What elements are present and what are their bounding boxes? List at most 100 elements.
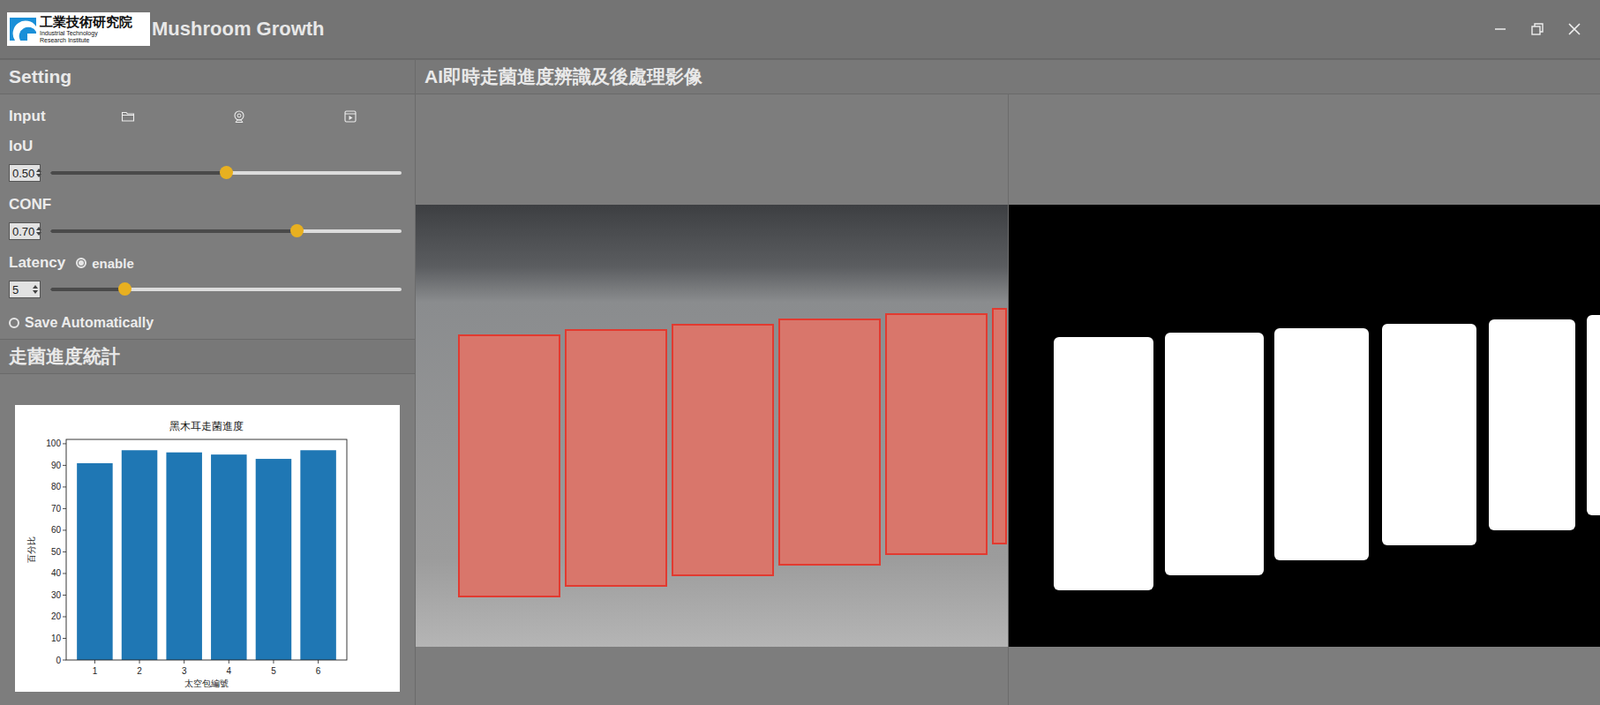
spin-down-icon[interactable] (32, 290, 38, 294)
settings-body: Input IoU 0.50 CONF 0.70 Latency enable 5 Save A… (0, 94, 415, 339)
camera-view-column (415, 94, 1008, 705)
spinbox[interactable]: 0.50 (8, 164, 41, 182)
mask-region (1586, 315, 1600, 516)
y-tick-label: 90 (51, 460, 62, 471)
y-tick (62, 465, 67, 466)
spin-arrows[interactable] (36, 226, 44, 236)
minimize-icon[interactable] (1492, 21, 1509, 38)
image-views (415, 94, 1600, 705)
param-group: CONF 0.70 (8, 191, 415, 245)
spinbox[interactable]: 5 (8, 280, 41, 299)
spinbox-value[interactable]: 5 (12, 283, 31, 297)
y-tick-label: 50 (51, 547, 62, 557)
main-area: Setting Input IoU 0.50 CONF 0.70 Latency enable… (0, 59, 1600, 705)
save-automatically-toggle[interactable]: Save Automatically (8, 315, 154, 331)
param-label: Latency (8, 254, 66, 272)
mask-view-column (1007, 94, 1600, 705)
y-tick-label: 10 (51, 633, 62, 644)
y-tick (62, 443, 67, 444)
y-tick (62, 660, 67, 662)
chart-bar (300, 450, 337, 661)
radio-button[interactable] (75, 257, 87, 269)
x-tick (94, 660, 96, 664)
enable-toggle[interactable]: enable (75, 255, 135, 271)
bag-region (778, 318, 881, 566)
radio-button[interactable] (8, 317, 20, 329)
close-icon[interactable] (1566, 21, 1583, 38)
logo-text: 工業技術研究院Industrial TechnologyResearch Ins… (39, 15, 133, 44)
slider-handle[interactable] (290, 224, 304, 238)
spin-down-icon[interactable] (36, 232, 42, 236)
spin-arrows[interactable] (32, 285, 40, 294)
restore-icon[interactable] (1529, 21, 1546, 38)
param-group: IoU 0.50 (8, 133, 415, 187)
radio-dot (78, 260, 84, 266)
param-label: IoU (8, 137, 33, 156)
view-panel: AI即時走菌進度辨識及後處理影像 (415, 59, 1600, 705)
view-header: AI即時走菌進度辨識及後處理影像 (415, 59, 1600, 95)
bag-region (671, 323, 774, 577)
slider-track[interactable] (50, 229, 402, 233)
save-automatically-label: Save Automatically (24, 315, 154, 331)
webcam-icon[interactable] (232, 109, 247, 124)
bar-chart: 黑木耳走菌進度0102030405060708090100123456太空包編號… (15, 405, 400, 692)
plot-frame (66, 439, 347, 661)
input-sources (45, 109, 415, 124)
input-label: Input (8, 107, 46, 126)
stats-header: 走菌進度統計 (0, 338, 415, 375)
logo-name: 工業技術研究院 (39, 15, 133, 30)
window-controls (1492, 21, 1583, 38)
slider-track[interactable] (50, 171, 402, 175)
slider-track[interactable] (50, 287, 402, 292)
chart-bar (165, 452, 203, 661)
x-axis-label: 太空包編號 (184, 678, 229, 689)
spinbox[interactable]: 0.70 (8, 222, 41, 241)
param-label-row: IoU (8, 133, 415, 160)
spin-down-icon[interactable] (36, 173, 42, 178)
folder-icon[interactable] (120, 109, 136, 124)
x-tick (139, 660, 141, 664)
chart-title: 黑木耳走菌進度 (169, 420, 244, 433)
spin-up-icon[interactable] (36, 226, 42, 231)
logo-subtitle: Research Institute (39, 37, 133, 44)
settings-panel: Setting Input IoU 0.50 CONF 0.70 Latency enable… (0, 59, 416, 705)
x-tick (228, 660, 230, 664)
param-label: CONF (8, 195, 52, 214)
video-file-icon[interactable] (343, 109, 358, 124)
spin-up-icon[interactable] (36, 168, 42, 173)
x-tick-label: 3 (181, 666, 188, 677)
y-tick-label: 100 (45, 438, 61, 449)
enable-label: enable (91, 255, 135, 271)
y-tick (62, 615, 67, 617)
y-tick-label: 70 (51, 503, 62, 514)
param-label-row: Latency enable (8, 249, 415, 277)
bag-region (564, 329, 668, 587)
camera-frame-image (415, 204, 1008, 647)
mask-region (1274, 328, 1369, 561)
mask-region (1053, 337, 1154, 591)
bag-region (991, 307, 1007, 545)
y-tick-label: 40 (51, 568, 62, 579)
slider-fill (50, 171, 226, 175)
y-tick (62, 638, 67, 639)
spinbox-value[interactable]: 0.50 (12, 166, 35, 181)
y-tick (62, 572, 67, 574)
logo-subtitle: Industrial Technology (39, 30, 133, 37)
x-tick-label: 6 (315, 666, 322, 677)
param-slider-row: 0.70 (8, 217, 415, 245)
slider-handle[interactable] (219, 165, 233, 180)
y-tick (62, 508, 67, 510)
input-row: Input (8, 99, 415, 134)
slider-handle[interactable] (118, 282, 132, 296)
title-bar: 工業技術研究院Industrial TechnologyResearch Ins… (0, 0, 1600, 60)
x-tick-label: 5 (270, 666, 277, 677)
setting-header: Setting (0, 59, 415, 95)
bag-region (885, 313, 988, 556)
x-tick-label: 4 (226, 666, 233, 677)
logo: 工業技術研究院Industrial TechnologyResearch Ins… (7, 12, 151, 46)
spinbox-value[interactable]: 0.70 (12, 225, 35, 239)
spin-arrows[interactable] (36, 168, 44, 178)
progress-chart: 黑木耳走菌進度0102030405060708090100123456太空包編號… (15, 405, 400, 692)
y-tick-label: 0 (55, 655, 61, 666)
spin-up-icon[interactable] (32, 285, 38, 289)
